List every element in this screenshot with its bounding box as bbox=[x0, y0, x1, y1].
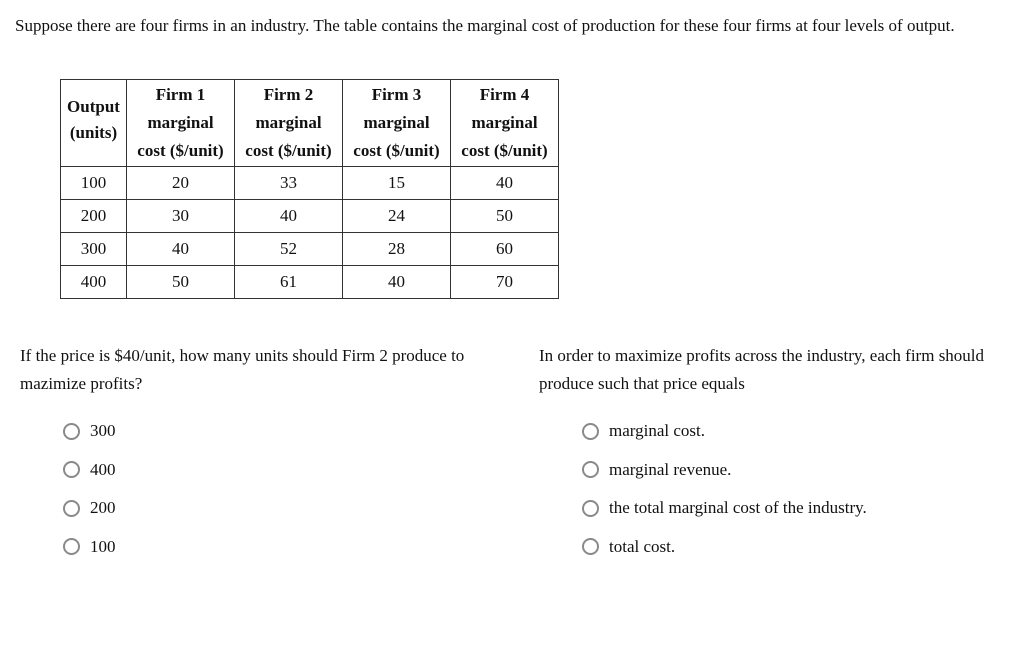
cell-firm-1: 30 bbox=[126, 199, 235, 233]
header-firm-line2: marginal bbox=[147, 113, 214, 132]
cell-firm-3: 15 bbox=[342, 166, 451, 200]
header-firm-name: Firm 2 bbox=[263, 85, 314, 104]
cell-firm-3: 28 bbox=[342, 232, 451, 266]
radio-option[interactable]: total cost. bbox=[582, 528, 1009, 567]
table-header-row: Output (units) Firm 1 marginal cost ($/u… bbox=[60, 79, 559, 167]
cell-firm-2: 40 bbox=[234, 199, 343, 233]
header-output-line1: Output bbox=[67, 97, 120, 116]
header-firm-4: Firm 4 marginal cost ($/unit) bbox=[450, 79, 559, 167]
radio-button-icon[interactable] bbox=[582, 538, 599, 556]
cell-firm-2: 52 bbox=[234, 232, 343, 266]
question-1: If the price is $40/unit, how many units… bbox=[20, 342, 490, 566]
header-firm-line3: cost ($/unit) bbox=[353, 141, 440, 160]
table-row: 300 40 52 28 60 bbox=[60, 232, 559, 266]
question-2: In order to maximize profits across the … bbox=[539, 342, 1009, 566]
header-firm-line2: marginal bbox=[471, 113, 538, 132]
radio-button-icon[interactable] bbox=[582, 499, 599, 517]
option-label[interactable]: 400 bbox=[90, 460, 116, 480]
header-firm-line3: cost ($/unit) bbox=[245, 141, 332, 160]
cell-firm-4: 50 bbox=[450, 199, 559, 233]
cell-output: 100 bbox=[60, 166, 127, 200]
header-firm-2: Firm 2 marginal cost ($/unit) bbox=[234, 79, 343, 167]
cell-firm-1: 50 bbox=[126, 265, 235, 299]
option-label[interactable]: the total marginal cost of the industry. bbox=[609, 498, 867, 518]
cell-firm-2: 33 bbox=[234, 166, 343, 200]
option-label[interactable]: 100 bbox=[90, 537, 116, 557]
header-firm-line2: marginal bbox=[363, 113, 430, 132]
option-label[interactable]: total cost. bbox=[609, 537, 675, 557]
header-firm-line2: marginal bbox=[255, 113, 322, 132]
option-label[interactable]: marginal revenue. bbox=[609, 460, 731, 480]
header-firm-3: Firm 3 marginal cost ($/unit) bbox=[342, 79, 451, 167]
header-firm-line3: cost ($/unit) bbox=[137, 141, 224, 160]
header-firm-name: Firm 4 bbox=[479, 85, 530, 104]
cell-firm-1: 20 bbox=[126, 166, 235, 200]
header-firm-name: Firm 1 bbox=[155, 85, 206, 104]
cell-firm-4: 70 bbox=[450, 265, 559, 299]
cell-output: 400 bbox=[60, 265, 127, 299]
header-output: Output (units) bbox=[60, 79, 127, 167]
radio-option[interactable]: marginal revenue. bbox=[582, 451, 1009, 490]
radio-button-icon[interactable] bbox=[63, 499, 80, 517]
question-1-options: 300 400 200 100 bbox=[63, 412, 490, 566]
radio-option[interactable]: marginal cost. bbox=[582, 412, 1009, 451]
cell-output: 200 bbox=[60, 199, 127, 233]
radio-option[interactable]: 100 bbox=[63, 528, 490, 567]
cell-firm-3: 24 bbox=[342, 199, 451, 233]
question-2-prompt: In order to maximize profits across the … bbox=[539, 346, 985, 393]
cell-firm-1: 40 bbox=[126, 232, 235, 266]
option-label[interactable]: marginal cost. bbox=[609, 421, 705, 441]
intro-text: Suppose there are four firms in an indus… bbox=[15, 16, 955, 35]
cell-firm-4: 60 bbox=[450, 232, 559, 266]
question-2-options: marginal cost. marginal revenue. the tot… bbox=[582, 412, 1009, 566]
radio-option[interactable]: 400 bbox=[63, 451, 490, 490]
cell-firm-2: 61 bbox=[234, 265, 343, 299]
radio-button-icon[interactable] bbox=[63, 538, 80, 556]
table-row: 400 50 61 40 70 bbox=[60, 265, 559, 299]
radio-option[interactable]: the total marginal cost of the industry. bbox=[582, 489, 1009, 528]
table-row: 100 20 33 15 40 bbox=[60, 166, 559, 200]
radio-button-icon[interactable] bbox=[63, 461, 80, 479]
radio-button-icon[interactable] bbox=[582, 461, 599, 479]
cell-output: 300 bbox=[60, 232, 127, 266]
radio-button-icon[interactable] bbox=[63, 422, 80, 440]
header-firm-1: Firm 1 marginal cost ($/unit) bbox=[126, 79, 235, 167]
marginal-cost-table: Output (units) Firm 1 marginal cost ($/u… bbox=[60, 79, 559, 299]
table-row: 200 30 40 24 50 bbox=[60, 199, 559, 233]
radio-option[interactable]: 200 bbox=[63, 489, 490, 528]
cell-firm-4: 40 bbox=[450, 166, 559, 200]
header-firm-name: Firm 3 bbox=[371, 85, 422, 104]
cell-firm-3: 40 bbox=[342, 265, 451, 299]
radio-button-icon[interactable] bbox=[582, 422, 599, 440]
question-1-prompt: If the price is $40/unit, how many units… bbox=[20, 346, 465, 393]
header-firm-line3: cost ($/unit) bbox=[461, 141, 548, 160]
radio-option[interactable]: 300 bbox=[63, 412, 490, 451]
option-label[interactable]: 300 bbox=[90, 421, 116, 441]
header-output-line2: (units) bbox=[69, 123, 118, 142]
option-label[interactable]: 200 bbox=[90, 498, 116, 518]
